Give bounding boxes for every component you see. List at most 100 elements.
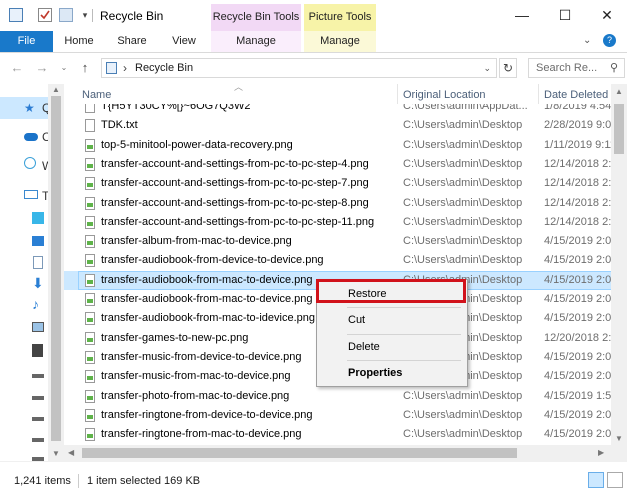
tab-home[interactable]: Home <box>60 31 98 52</box>
tab-manage-picture[interactable]: Manage <box>304 31 376 52</box>
column-divider[interactable] <box>397 84 398 104</box>
file-name[interactable]: top-5-minitool-power-data-recovery.png <box>101 139 293 151</box>
file-original-location: C:\Users\admin\Desktop <box>403 428 523 440</box>
menu-item-delete[interactable]: Delete <box>348 341 380 353</box>
minimize-button[interactable]: — <box>506 4 538 26</box>
file-name[interactable]: transfer-account-and-settings-from-pc-to… <box>101 216 374 228</box>
details-view-icon[interactable] <box>588 472 604 488</box>
ribbon-collapse-icon[interactable]: ⌄ <box>583 35 591 46</box>
file-row[interactable]: transfer-album-from-mac-to-device.png C:\… <box>64 232 611 251</box>
breadcrumb-separator-icon[interactable]: › <box>123 61 127 75</box>
file-row[interactable]: TDK.txt C:\Users\admin\Desktop 2/28/2019 9… <box>64 116 611 135</box>
maximize-button[interactable]: ☐ <box>549 4 581 26</box>
file-row[interactable]: transfer-audiobook-from-device-to-device… <box>64 251 611 270</box>
title-separator <box>92 9 93 22</box>
refresh-icon[interactable]: ↻ <box>499 58 517 78</box>
file-date-deleted: 12/14/2018 2:18 PM <box>544 216 611 228</box>
file-name[interactable]: transfer-photo-from-mac-to-device.png <box>101 390 289 402</box>
downloads-icon[interactable]: ⬇ <box>32 276 46 290</box>
file-date-deleted: 1/11/2019 9:11 AM <box>544 139 611 151</box>
file-row[interactable]: transfer-ringtone-from-mac-to-device.png… <box>64 425 611 444</box>
close-button[interactable]: ✕ <box>591 4 623 26</box>
3d-objects-icon[interactable] <box>32 212 44 224</box>
image-file-icon <box>85 216 95 229</box>
scroll-down-icon[interactable]: ▼ <box>615 434 623 443</box>
menu-item-cut[interactable]: Cut <box>348 314 365 326</box>
pictures-icon[interactable] <box>32 322 44 332</box>
horizontal-scrollbar[interactable]: ◀ ▶ <box>64 445 611 461</box>
forward-arrow-icon[interactable]: → <box>33 59 51 77</box>
file-name[interactable]: transfer-audiobook-from-device-to-device… <box>101 254 324 266</box>
column-header-date-deleted[interactable]: Date Deleted <box>544 89 608 101</box>
file-row[interactable]: transfer-account-and-settings-from-pc-to… <box>64 194 611 213</box>
file-name[interactable]: TDK.txt <box>101 119 138 131</box>
file-row[interactable]: top-5-minitool-power-data-recovery.png C:… <box>64 136 611 155</box>
context-tab-picture-tools[interactable]: Picture Tools <box>304 4 376 31</box>
file-name[interactable]: transfer-music-from-mac-to-device.png <box>101 370 291 382</box>
file-name[interactable]: transfer-account-and-settings-from-pc-to… <box>101 197 369 209</box>
drive-c-icon[interactable] <box>32 374 44 378</box>
image-file-icon <box>85 370 95 383</box>
drive-d-icon[interactable] <box>32 396 44 400</box>
documents-icon[interactable] <box>33 256 43 269</box>
nav-scroll-up-icon[interactable]: ▲ <box>52 85 60 94</box>
properties-check-icon[interactable] <box>38 8 52 22</box>
nav-scroll-down-icon[interactable]: ▼ <box>52 449 60 458</box>
help-icon[interactable]: ? <box>603 34 616 47</box>
nav-scrollbar[interactable]: ▲ ▼ <box>48 84 64 461</box>
horizontal-scroll-thumb[interactable] <box>82 448 517 458</box>
file-row[interactable]: transfer-account-and-settings-from-pc-to… <box>64 213 611 232</box>
file-name[interactable]: transfer-music-from-device-to-device.png <box>101 351 302 363</box>
search-input[interactable]: Search Re... ⚲ <box>528 58 625 78</box>
file-name[interactable]: transfer-ringtone-from-device-to-device.… <box>101 409 313 421</box>
file-name[interactable]: transfer-account-and-settings-from-pc-to… <box>101 177 369 189</box>
file-date-deleted: 4/15/2019 2:03 PM <box>544 274 611 286</box>
address-bar[interactable]: › Recycle Bin ⌄ <box>101 58 497 78</box>
nav-scroll-thumb[interactable] <box>51 96 61 441</box>
recent-locations-icon[interactable]: ⌄ <box>55 59 73 77</box>
column-header-original-location[interactable]: Original Location <box>403 89 486 101</box>
file-date-deleted: 4/15/2019 2:03 PM <box>544 428 611 440</box>
file-name[interactable]: transfer-ringtone-from-mac-to-device.png <box>101 428 302 440</box>
drive-f-icon[interactable] <box>32 438 44 442</box>
tab-share[interactable]: Share <box>113 31 151 52</box>
column-header-name[interactable]: Name <box>82 89 111 101</box>
scroll-left-icon[interactable]: ◀ <box>68 448 74 457</box>
videos-icon[interactable] <box>32 344 43 357</box>
up-arrow-icon[interactable]: ↑ <box>76 59 94 77</box>
scroll-up-icon[interactable]: ▲ <box>615 87 623 96</box>
file-name[interactable]: transfer-album-from-mac-to-device.png <box>101 235 292 247</box>
vertical-scroll-thumb[interactable] <box>614 104 624 154</box>
file-name[interactable]: transfer-audiobook-from-mac-to-device.pn… <box>101 274 313 286</box>
large-icons-view-icon[interactable] <box>607 472 623 488</box>
file-name[interactable]: transfer-audiobook-from-mac-to-device.pn… <box>101 293 313 305</box>
file-original-location: C:\Users\admin\Desktop <box>403 197 523 209</box>
drive-e-icon[interactable] <box>32 417 44 421</box>
recycle-bin-small-icon <box>106 62 117 74</box>
new-folder-icon[interactable] <box>59 8 73 22</box>
image-file-icon <box>85 235 95 248</box>
vertical-scrollbar[interactable]: ▲ ▼ <box>611 84 627 461</box>
scroll-right-icon[interactable]: ▶ <box>598 448 604 457</box>
address-dropdown-icon[interactable]: ⌄ <box>483 63 491 74</box>
menu-item-properties[interactable]: Properties <box>348 367 402 379</box>
file-date-deleted: 4/15/2019 2:03 PM <box>544 254 611 266</box>
file-row[interactable]: transfer-photo-from-mac-to-device.png C:\… <box>64 387 611 406</box>
tab-manage-recycle-bin[interactable]: Manage <box>211 31 301 52</box>
back-arrow-icon[interactable]: ← <box>8 59 26 77</box>
file-name[interactable]: transfer-games-to-new-pc.png <box>101 332 248 344</box>
file-row[interactable]: transfer-ringtone-from-device-to-device.… <box>64 406 611 425</box>
breadcrumb-recycle-bin[interactable]: Recycle Bin <box>135 62 193 74</box>
file-row[interactable]: transfer-account-and-settings-from-pc-to… <box>64 155 611 174</box>
file-name[interactable]: transfer-audiobook-from-mac-to-idevice.p… <box>101 312 315 324</box>
customize-toolbar-icon[interactable]: ▾ <box>78 8 92 22</box>
desktop-icon[interactable] <box>32 236 44 246</box>
context-tab-recycle-bin-tools[interactable]: Recycle Bin Tools <box>211 4 301 31</box>
tab-file[interactable]: File <box>0 31 53 52</box>
file-name[interactable]: transfer-account-and-settings-from-pc-to… <box>101 158 369 170</box>
music-icon[interactable]: ♪ <box>32 297 46 311</box>
recycle-bin-icon[interactable] <box>9 8 23 22</box>
tab-view[interactable]: View <box>165 31 203 52</box>
file-row[interactable]: transfer-account-and-settings-from-pc-to… <box>64 174 611 193</box>
column-divider[interactable] <box>538 84 539 104</box>
